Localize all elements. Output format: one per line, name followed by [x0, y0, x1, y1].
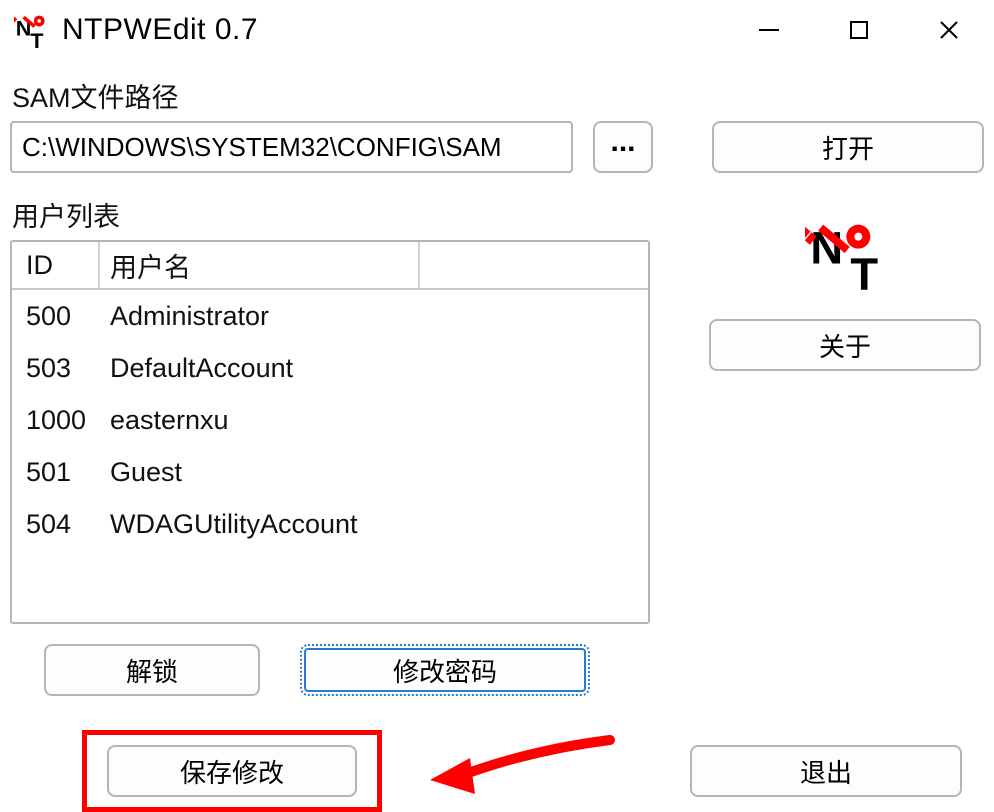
window-title: NTPWEdit 0.7	[62, 13, 724, 47]
table-row[interactable]: 500 Administrator	[12, 290, 648, 342]
app-key-icon: N T	[12, 10, 52, 50]
table-row[interactable]: 503 DefaultAccount	[12, 342, 648, 394]
maximize-button[interactable]	[814, 0, 904, 60]
cell-id: 500	[12, 301, 100, 332]
col-header-name[interactable]: 用户名	[100, 242, 420, 288]
user-list[interactable]: ID 用户名 500 Administrator 503 DefaultAcco…	[10, 240, 650, 624]
close-button[interactable]	[904, 0, 994, 60]
cell-id: 1000	[12, 405, 100, 436]
cell-id: 501	[12, 457, 100, 488]
cell-name: DefaultAccount	[100, 353, 293, 384]
red-arrow-annotation	[420, 720, 620, 810]
svg-text:T: T	[30, 28, 43, 48]
cell-name: WDAGUtilityAccount	[100, 509, 358, 540]
app-logo-icon: N T	[800, 213, 890, 303]
browse-button[interactable]: ...	[593, 121, 653, 173]
col-header-id[interactable]: ID	[12, 242, 100, 288]
save-button[interactable]: 保存修改	[107, 745, 357, 797]
sam-path-label: SAM文件路径	[12, 76, 984, 115]
window-controls	[724, 0, 994, 60]
change-password-button[interactable]: 修改密码	[300, 644, 590, 696]
unlock-button[interactable]: 解锁	[44, 644, 260, 696]
sam-path-row: ... 打开	[10, 121, 984, 173]
open-button[interactable]: 打开	[712, 121, 984, 173]
cell-id: 504	[12, 509, 100, 540]
cell-name: Administrator	[100, 301, 269, 332]
sam-path-input[interactable]	[10, 121, 573, 173]
table-row[interactable]: 501 Guest	[12, 446, 648, 498]
cell-name: easternxu	[100, 405, 229, 436]
table-row[interactable]: 1000 easternxu	[12, 394, 648, 446]
svg-text:T: T	[850, 249, 878, 298]
cell-name: Guest	[100, 457, 182, 488]
table-row[interactable]: 504 WDAGUtilityAccount	[12, 498, 648, 550]
user-list-label: 用户列表	[12, 195, 678, 234]
titlebar: N T NTPWEdit 0.7	[0, 0, 994, 60]
minimize-button[interactable]	[724, 0, 814, 60]
user-action-row: 解锁 修改密码	[10, 644, 678, 696]
cell-id: 503	[12, 353, 100, 384]
user-list-header: ID 用户名	[12, 242, 648, 290]
exit-button[interactable]: 退出	[690, 745, 962, 797]
about-button[interactable]: 关于	[709, 319, 981, 371]
